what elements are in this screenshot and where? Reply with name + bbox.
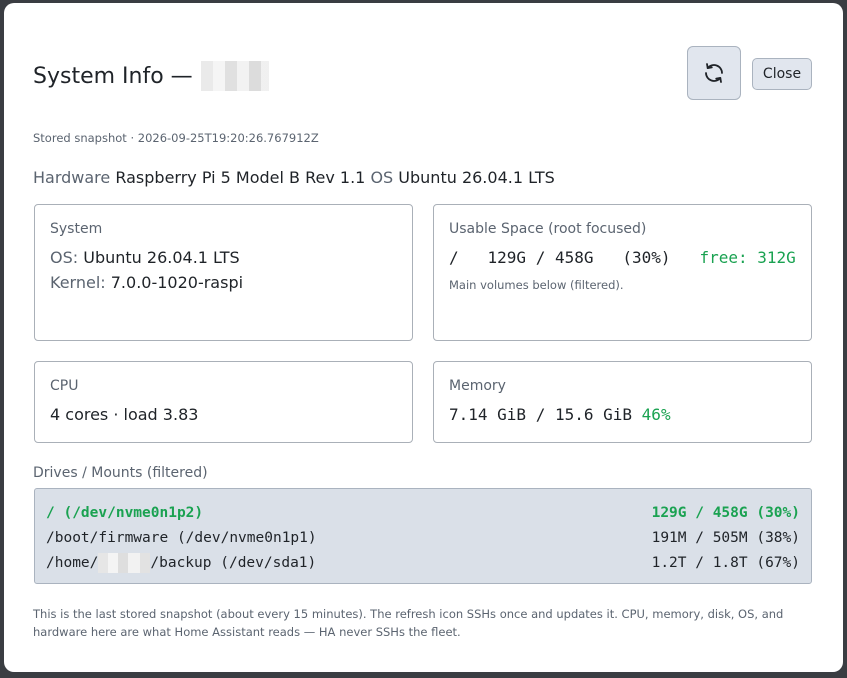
drive-usage: 129G / 458G (30%) xyxy=(651,505,800,521)
drives-label: Drives / Mounts (filtered) xyxy=(33,465,208,481)
system-kernel-value: 7.0.0-1020-raspi xyxy=(110,273,244,292)
usable-space-free: free: 312G xyxy=(699,248,796,267)
cpu-card-label: CPU xyxy=(50,378,79,394)
drive-mount-suffix: /backup (/dev/sda1) xyxy=(150,555,317,571)
drive-mount: /boot/firmware (/dev/nvme0n1p1) xyxy=(46,530,317,546)
drives-list: / (/dev/nvme0n1p2) 129G / 458G (30%) /bo… xyxy=(34,488,812,584)
os-value: Ubuntu 26.04.1 LTS xyxy=(398,168,555,187)
hardware-summary: Hardware Raspberry Pi 5 Model B Rev 1.1 … xyxy=(33,168,555,187)
dialog-title-text: System Info — xyxy=(33,63,193,89)
memory-card: Memory 7.14 GiB / 15.6 GiB 46% xyxy=(433,361,812,443)
drive-row: / (/dev/nvme0n1p2) 129G / 458G (30%) xyxy=(46,501,800,526)
drive-mount: / (/dev/nvme0n1p2) xyxy=(46,505,204,521)
os-label: OS xyxy=(370,168,394,187)
system-card-label: System xyxy=(50,221,103,237)
refresh-button[interactable] xyxy=(687,46,741,100)
refresh-icon xyxy=(705,63,723,83)
drive-row: /boot/firmware (/dev/nvme0n1p1) 191M / 5… xyxy=(46,526,800,551)
redacted-username xyxy=(98,553,151,573)
cpu-card: CPU 4 cores · load 3.83 xyxy=(34,361,413,443)
system-kernel-label: Kernel: xyxy=(50,273,106,292)
close-button[interactable]: Close xyxy=(752,58,812,90)
usable-space-label: Usable Space (root focused) xyxy=(449,221,647,237)
usable-space-value: / 129G / 458G (30%) xyxy=(449,248,671,267)
system-os-line: OS: Ubuntu 26.04.1 LTS xyxy=(50,245,397,270)
drive-usage: 1.2T / 1.8T (67%) xyxy=(651,555,800,571)
system-kernel-line: Kernel: 7.0.0-1020-raspi xyxy=(50,270,397,295)
memory-percent: 46% xyxy=(641,405,671,424)
usable-space-card: Usable Space (root focused) / 129G / 458… xyxy=(433,204,812,341)
drive-row: /home/ /backup (/dev/sda1) 1.2T / 1.8T (6… xyxy=(46,551,800,576)
hardware-label: Hardware xyxy=(33,168,111,187)
system-card: System OS: Ubuntu 26.04.1 LTS Kernel: 7.… xyxy=(34,204,413,341)
system-os-label: OS: xyxy=(50,248,79,267)
dialog-title: System Info — xyxy=(33,61,269,91)
memory-card-label: Memory xyxy=(449,378,506,394)
redacted-hostname xyxy=(200,61,269,91)
footer-note: This is the last stored snapshot (about … xyxy=(33,607,784,639)
system-os-value: Ubuntu 26.04.1 LTS xyxy=(83,248,240,267)
memory-value: 7.14 GiB / 15.6 GiB xyxy=(449,405,633,424)
dialog-header: System Info — Close xyxy=(33,46,813,106)
usable-space-note: Main volumes below (filtered). xyxy=(449,278,624,292)
hardware-value: Raspberry Pi 5 Model B Rev 1.1 xyxy=(115,168,366,187)
usable-space-line: / 129G / 458G (30%) free: 312G xyxy=(449,245,796,270)
cpu-value: 4 cores · load 3.83 xyxy=(50,405,199,424)
memory-line: 7.14 GiB / 15.6 GiB 46% xyxy=(449,402,796,427)
drive-mount: /home/ /backup (/dev/sda1) xyxy=(46,551,316,576)
drive-mount-prefix: /home/ xyxy=(46,555,99,571)
drive-usage: 191M / 505M (38%) xyxy=(651,530,800,546)
system-info-dialog: System Info — Close Stored snapshot · 20… xyxy=(4,3,843,672)
snapshot-timestamp: Stored snapshot · 2026-09-25T19:20:26.76… xyxy=(33,131,319,145)
